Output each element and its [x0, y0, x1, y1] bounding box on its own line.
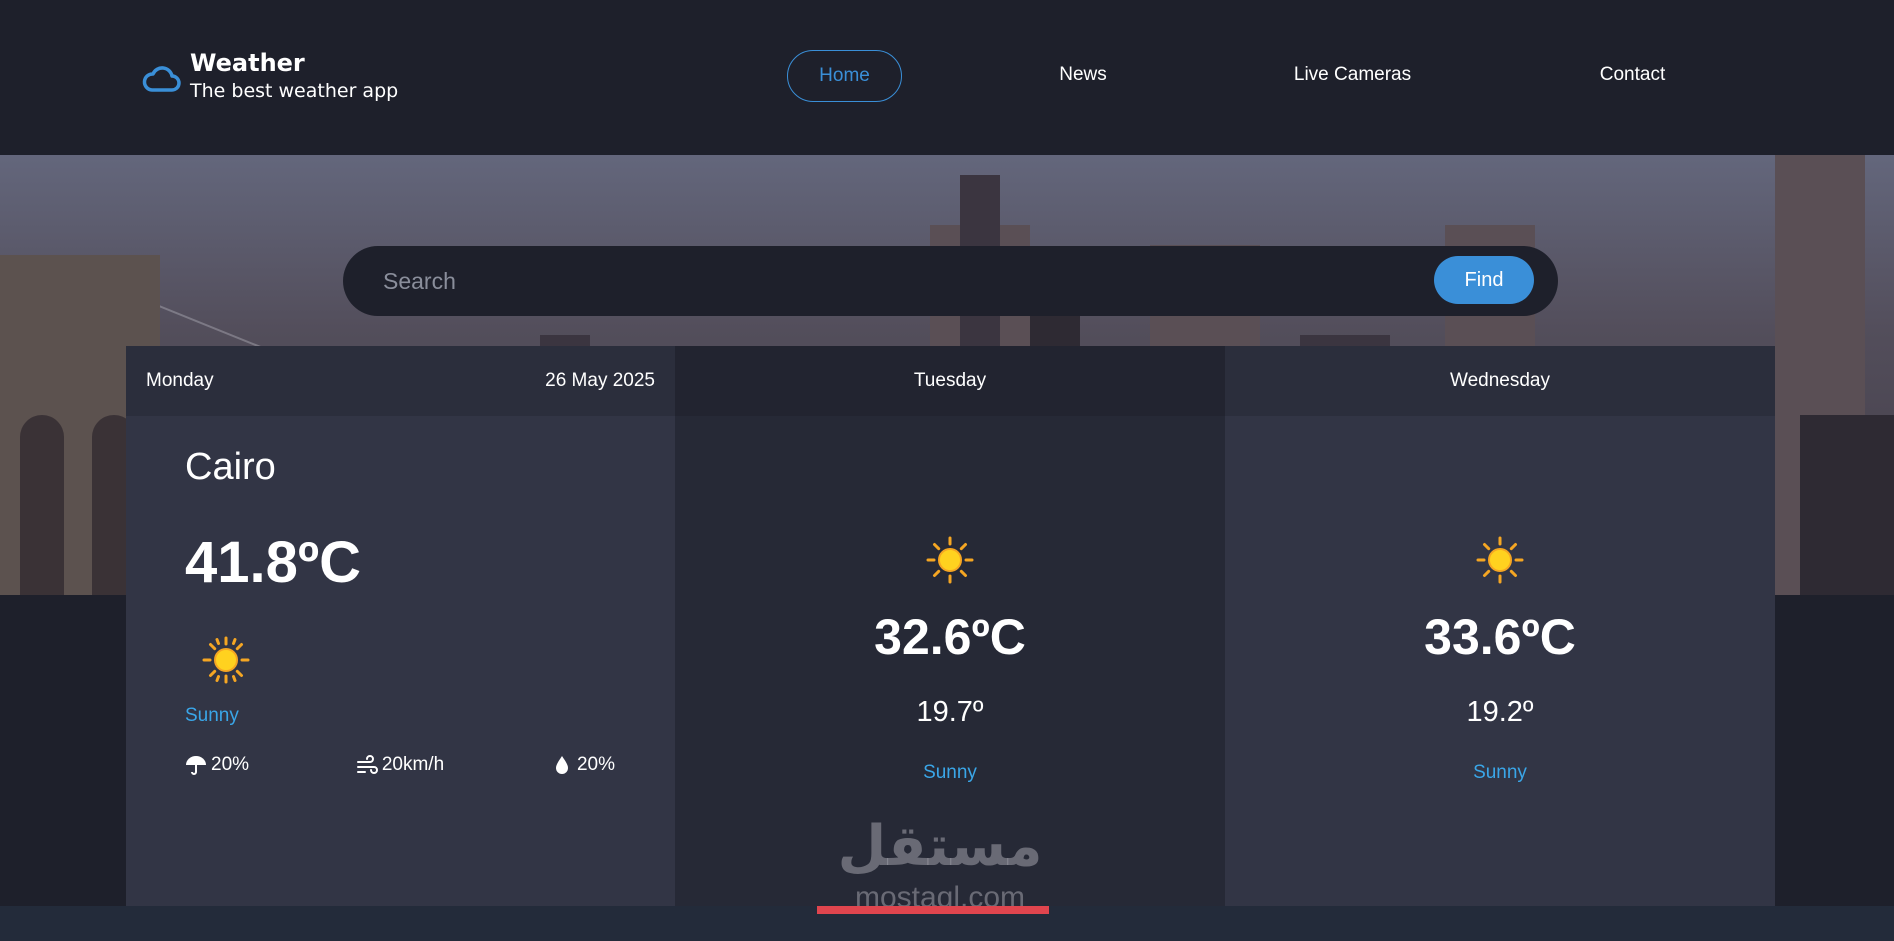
forecast-min-temp: 19.2º	[1466, 696, 1534, 728]
today-card: Monday 26 May 2025 Cairo 41.8ºC Sunny 20…	[126, 346, 675, 941]
sun-icon	[1476, 536, 1524, 584]
wind-stat: 20km/h	[356, 754, 444, 776]
sun-icon	[926, 536, 974, 584]
forecast-max-temp: 33.6ºC	[1424, 609, 1576, 665]
nav-home[interactable]: Home	[787, 50, 902, 102]
forecast-max-temp: 32.6ºC	[874, 609, 1026, 665]
droplet-icon	[555, 756, 568, 774]
humidity-stat: 20%	[551, 754, 615, 776]
nav-live-cameras[interactable]: Live Cameras	[1280, 50, 1425, 102]
rain-value: 20%	[211, 754, 250, 775]
humidity-value: 20%	[576, 754, 615, 775]
city-name: Cairo	[185, 446, 276, 488]
forecast-day: Wednesday	[1225, 346, 1775, 416]
forecast-condition: Sunny	[1473, 762, 1527, 783]
forecast-card-wednesday: Wednesday 33.6ºC 19.2º Sunny	[1225, 346, 1775, 941]
find-button[interactable]: Find	[1434, 256, 1534, 304]
header: Weather The best weather app Home News L…	[0, 0, 1894, 155]
today-day: Monday	[146, 370, 214, 391]
umbrella-icon	[186, 756, 206, 775]
forecast-day: Tuesday	[675, 346, 1225, 416]
today-condition: Sunny	[185, 705, 239, 726]
wind-value: 20km/h	[381, 754, 445, 775]
today-stats: 20% 20km/h 20%	[185, 754, 615, 776]
rain-stat: 20%	[185, 754, 249, 776]
main-nav: Home News Live Cameras Contact	[0, 50, 1894, 102]
nav-news[interactable]: News	[1033, 50, 1133, 102]
today-date: 26 May 2025	[545, 370, 655, 391]
watermark-arabic: مستقل	[837, 814, 1043, 879]
forecast-min-temp: 19.7º	[916, 696, 984, 728]
search-bar: Find	[343, 246, 1558, 316]
sun-icon	[202, 636, 250, 684]
watermark-bar	[817, 906, 1049, 914]
current-temperature: 41.8ºC	[185, 530, 361, 595]
nav-contact[interactable]: Contact	[1585, 50, 1680, 102]
today-header: Monday 26 May 2025	[126, 346, 675, 416]
watermark: مستقل mostaql.com	[815, 812, 1065, 922]
wind-icon	[356, 755, 378, 774]
search-input[interactable]	[383, 258, 1383, 304]
forecast-condition: Sunny	[923, 762, 977, 783]
